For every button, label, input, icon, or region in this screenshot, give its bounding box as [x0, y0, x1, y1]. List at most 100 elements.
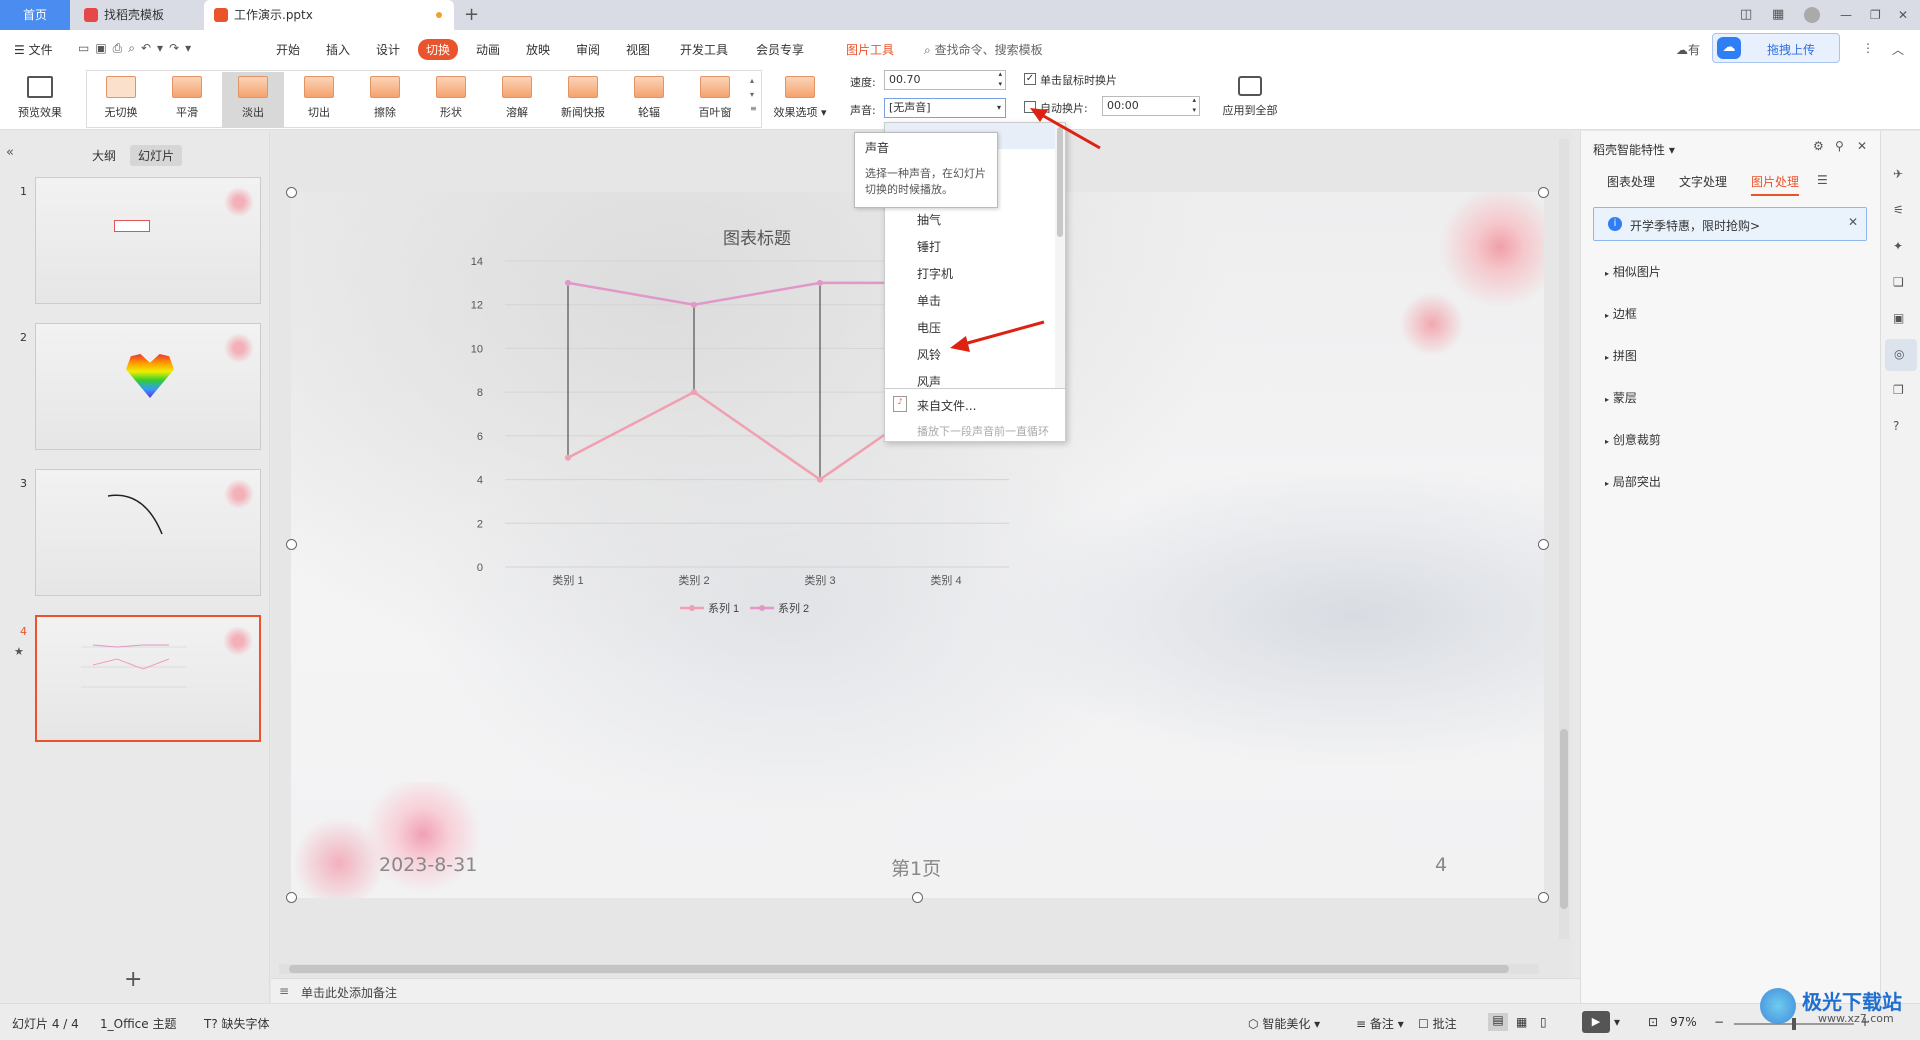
close-icon[interactable]: ✕ [1898, 0, 1918, 30]
hscroll-thumb[interactable] [289, 965, 1509, 973]
resize-handle[interactable] [286, 539, 297, 550]
menu-animation[interactable]: 动画 [476, 41, 500, 58]
resize-handle[interactable] [286, 187, 297, 198]
copy-icon[interactable]: ❏ [1893, 275, 1904, 289]
effect-options-button[interactable]: 效果选项 ▾ [764, 72, 836, 128]
new-tab-button[interactable]: + [464, 0, 479, 30]
scroll-thumb[interactable] [1560, 729, 1568, 909]
tab-document[interactable]: 工作演示.pptx [204, 0, 454, 30]
menu-start[interactable]: 开始 [276, 41, 300, 58]
menu-insert[interactable]: 插入 [326, 41, 350, 58]
fit-window-icon[interactable]: ⊡ [1648, 1015, 1658, 1029]
tab-outline[interactable]: 大纲 [84, 145, 124, 166]
play-options-icon[interactable]: ▾ [1614, 1015, 1620, 1029]
effect-newsflash[interactable]: 新闻快报 [552, 72, 614, 128]
reading-view-icon[interactable]: ▯ [1540, 1015, 1547, 1029]
normal-view-icon[interactable]: ▤ [1488, 1013, 1508, 1031]
close-banner-icon[interactable]: ✕ [1848, 215, 1858, 229]
tab-chart-processing[interactable]: 图表处理 [1607, 173, 1655, 190]
feature-creative-crop[interactable]: ▸ 创意裁剪 [1605, 431, 1661, 448]
effect-none[interactable]: 无切换 [90, 72, 152, 128]
missing-font[interactable]: T? 缺失字体 [204, 1015, 270, 1032]
effect-blinds[interactable]: 百叶窗 [684, 72, 746, 128]
sliders-icon[interactable]: ⚟ [1893, 203, 1904, 217]
effect-fade[interactable]: 淡出 [222, 72, 284, 128]
tab-image-processing[interactable]: 图片处理 [1751, 173, 1800, 196]
sound-option[interactable]: 抽气 [917, 211, 941, 228]
menu-member[interactable]: 会员专享 [756, 41, 804, 58]
menu-review[interactable]: 审阅 [576, 41, 600, 58]
sorter-view-icon[interactable]: ▦ [1516, 1015, 1527, 1029]
chart-legend[interactable]: 系列 1 系列 2 [680, 601, 809, 615]
collapse-panel-icon[interactable]: « [6, 145, 14, 160]
tab-text-processing[interactable]: 文字处理 [1679, 173, 1727, 190]
gallery-scroll[interactable]: ▴ ▾ ≡ [750, 74, 757, 116]
quick-access-toolbar[interactable]: ▭▣⎙⌕↶▾↷▾ [78, 41, 197, 56]
slide-thumbnail-2[interactable] [35, 323, 261, 450]
tab-slides[interactable]: 幻灯片 [130, 145, 183, 166]
book-icon[interactable]: ❐ [1893, 383, 1904, 397]
effect-smooth[interactable]: 平滑 [156, 72, 218, 128]
zoom-out-icon[interactable]: − [1714, 1015, 1724, 1029]
sound-option[interactable]: 打字机 [917, 265, 953, 282]
effect-shape[interactable]: 形状 [420, 72, 482, 128]
feature-mask[interactable]: ▸ 蒙层 [1605, 389, 1637, 406]
add-slide-button[interactable]: + [124, 967, 142, 992]
auto-switch-checkbox[interactable] [1024, 101, 1036, 113]
minimize-icon[interactable]: — [1840, 0, 1860, 30]
settings-gear-icon[interactable]: ⚙ [1813, 139, 1824, 153]
help-icon[interactable]: ? [1893, 419, 1899, 433]
file-menu[interactable]: ☰ 文件 [14, 41, 53, 58]
close-panel-icon[interactable]: ✕ [1857, 139, 1867, 153]
dropdown-scrollbar[interactable] [1055, 123, 1065, 388]
sound-option-wind-chime[interactable]: 风铃 [917, 346, 941, 363]
effect-wheel[interactable]: 轮辐 [618, 72, 680, 128]
feature-highlight[interactable]: ▸ 局部突出 [1605, 473, 1661, 490]
speed-input[interactable]: 00.70 ▴ ▾ [884, 70, 1006, 90]
vertical-scrollbar[interactable] [1559, 139, 1569, 939]
resize-handle[interactable] [912, 892, 923, 903]
preview-effect-button[interactable]: 预览效果 [8, 72, 72, 128]
pin-icon[interactable]: ⚲ [1835, 139, 1844, 153]
feature-similar-images[interactable]: ▸ 相似图片 [1605, 263, 1661, 280]
smart-feature-icon[interactable]: ◎ [1885, 339, 1917, 371]
remarks-toggle[interactable]: ≡ 备注 ▾ [1356, 1015, 1404, 1032]
auto-switch-time[interactable]: 00:00 ▴ ▾ [1102, 96, 1200, 116]
menu-developer[interactable]: 开发工具 [680, 41, 728, 58]
resize-handle[interactable] [1538, 539, 1549, 550]
image-icon[interactable]: ▣ [1893, 311, 1904, 325]
play-slideshow-button[interactable]: ▶ [1582, 1011, 1610, 1033]
feature-border[interactable]: ▸ 边框 [1605, 305, 1637, 322]
feature-collage[interactable]: ▸ 拼图 [1605, 347, 1637, 364]
pin-star-icon[interactable]: ✦ [1893, 239, 1903, 253]
effect-cut[interactable]: 切出 [288, 72, 350, 128]
upload-widget[interactable]: ☁ 拖拽上传 [1712, 33, 1840, 63]
cloud-status[interactable]: ☁有 [1676, 41, 1700, 58]
resize-handle[interactable] [286, 892, 297, 903]
maximize-icon[interactable]: ❐ [1870, 0, 1890, 30]
apps-grid-icon[interactable]: ▦ [1772, 0, 1796, 30]
apply-all-button[interactable]: 应用到全部 [1214, 72, 1286, 128]
notes-bar[interactable]: ≡ 单击此处添加备注 [271, 978, 1580, 1003]
sound-option[interactable]: 电压 [917, 319, 941, 336]
layout-icon[interactable]: ◫ [1740, 0, 1764, 30]
effect-dissolve[interactable]: 溶解 [486, 72, 548, 128]
sound-option[interactable]: 单击 [917, 292, 941, 309]
panel-title[interactable]: 稻壳智能特性 ▾ [1593, 141, 1675, 158]
sound-option[interactable]: 锤打 [917, 238, 941, 255]
theme-name[interactable]: 1_Office 主题 [100, 1015, 176, 1032]
promo-banner[interactable]: i 开学季特惠，限时抢购> ✕ [1593, 207, 1867, 241]
resize-handle[interactable] [1538, 892, 1549, 903]
collapse-ribbon-icon[interactable]: ︿ [1892, 41, 1904, 58]
slide-thumbnail-4[interactable] [35, 615, 261, 742]
zoom-level[interactable]: 97% [1670, 1015, 1697, 1029]
sound-select[interactable]: [无声音] ▾ [884, 98, 1006, 118]
avatar[interactable] [1802, 0, 1826, 30]
menu-view[interactable]: 视图 [626, 41, 650, 58]
smart-beautify[interactable]: ⬡ 智能美化 ▾ [1248, 1015, 1320, 1032]
click-switch-checkbox[interactable]: ✓ [1024, 73, 1036, 85]
menu-icon[interactable]: ☰ [1817, 173, 1828, 187]
rocket-icon[interactable]: ✈ [1893, 167, 1903, 181]
menu-picture-tools[interactable]: 图片工具 [846, 41, 894, 58]
menu-slideshow[interactable]: 放映 [526, 41, 550, 58]
